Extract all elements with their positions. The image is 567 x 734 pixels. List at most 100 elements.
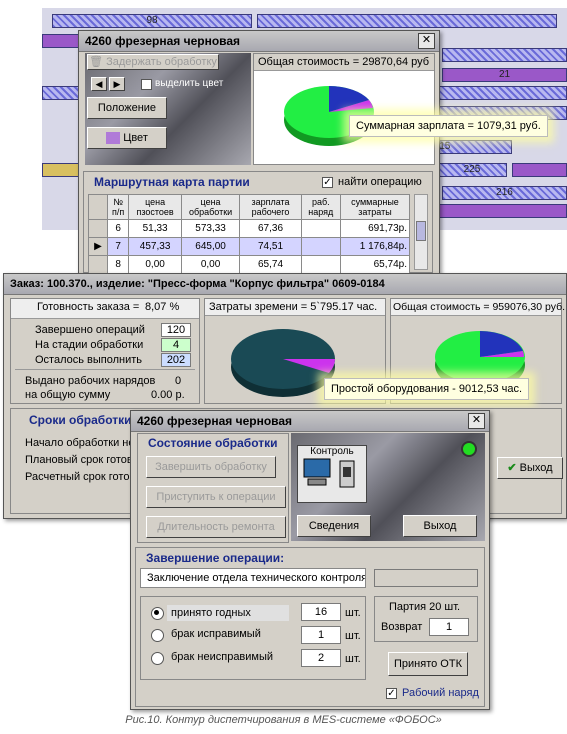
unfixable-input[interactable]: 2	[301, 649, 341, 667]
close-button[interactable]: ✕	[418, 33, 435, 49]
gantt-bar[interactable]	[442, 48, 567, 62]
exit-label: Выход	[519, 462, 553, 474]
unit-label: шт.	[345, 653, 361, 665]
column-header[interactable]: зарплата рабочего	[239, 194, 302, 220]
row-indicator-header	[88, 194, 108, 220]
accepted-radio[interactable]	[151, 607, 164, 623]
control-exit-button[interactable]: Выход	[403, 515, 477, 537]
in-process-label: На стадии обработки	[35, 339, 144, 351]
finish-button[interactable]: Завершить обработку	[146, 456, 276, 478]
deadlines-title: Сроки обработки	[29, 413, 132, 427]
divider	[15, 369, 195, 370]
cost-panel: Общая стоимость = 29870,64 руб	[253, 53, 435, 165]
work-order-checkbox[interactable]: ✓	[386, 688, 397, 699]
scrollbar-thumb[interactable]	[416, 221, 426, 241]
state-title: Состояние обработки	[148, 436, 278, 450]
arrow-right-icon: ▶	[113, 79, 121, 89]
completed-label: Завершено операций	[35, 324, 145, 336]
gantt-label: 98	[146, 15, 158, 26]
column-header[interactable]: раб. наряд	[300, 194, 341, 220]
work-order-label: Рабочий наряд	[402, 687, 479, 699]
position-button[interactable]: Положение	[87, 97, 167, 119]
remaining-label: Осталось выполнить	[35, 354, 143, 366]
trash-icon: 🗑	[89, 56, 104, 68]
table-cell: 691,73р.	[339, 219, 411, 238]
gantt-bar[interactable]	[512, 163, 567, 177]
batch-label: Партия 20 шт.	[389, 601, 461, 613]
qc-radio-group: принято годных 16 шт. брак исправимый 1 …	[140, 596, 366, 680]
total-sum-value: 0.00 р.	[151, 389, 185, 401]
gantt-bar[interactable]: 21	[442, 68, 567, 82]
empty-field	[374, 569, 478, 587]
gantt-label: 21	[498, 69, 511, 80]
unit-label: шт.	[345, 607, 361, 619]
gantt-label: 225	[463, 164, 481, 175]
fixable-input[interactable]: 1	[301, 626, 341, 644]
qc-accepted-button[interactable]: Принято ОТК	[388, 652, 468, 676]
close-button[interactable]: ✕	[468, 413, 485, 429]
time-costs-label: Затраты зремени = 5`795.17 час.	[205, 299, 385, 316]
table-row[interactable]: 6 51,33 573,33 67,36 691,73р.	[88, 219, 411, 238]
color-button[interactable]: Цвет	[87, 127, 167, 149]
start-operation-button[interactable]: Приступить к операции	[146, 486, 286, 508]
table-scrollbar[interactable]	[414, 194, 428, 270]
fixable-radio[interactable]	[151, 629, 164, 645]
row-indicator	[88, 219, 108, 238]
return-label: Возврат	[381, 621, 423, 633]
current-row-icon: ▶	[94, 241, 102, 252]
salary-tooltip: Суммарная зарплата = 1079,31 руб.	[349, 115, 548, 137]
column-header[interactable]: цена пзостоев	[128, 194, 182, 220]
next-button[interactable]: ▶	[109, 77, 125, 91]
gantt-bar[interactable]: 225	[437, 163, 507, 177]
column-header[interactable]: цена обработки	[180, 194, 241, 220]
order-total-cost-label: Общая стоимость = 959076,30 руб.	[391, 299, 565, 316]
hold-button[interactable]: 🗑 Задержать обработку	[87, 54, 219, 70]
route-table: № п/п цена пзостоев цена обработки зарпл…	[88, 194, 411, 274]
find-operation-checkbox[interactable]: ✓	[322, 177, 333, 188]
table-row[interactable]: 8 0,00 0,00 65,74 65,74р.	[88, 255, 411, 274]
completion-panel: Завершение операции: Заключение отдела т…	[135, 547, 485, 707]
column-header[interactable]: № п/п	[106, 194, 130, 220]
readiness-value: 8,07 %	[145, 301, 180, 313]
figure-caption: Рис.10. Контур диспетчирования в MES-сис…	[125, 714, 442, 726]
work-orders-label: Выдано рабочих нарядов	[25, 375, 156, 387]
order-stats-panel: Готовность заказа = 8,07 % Завершено опе…	[10, 298, 200, 404]
return-input[interactable]: 1	[429, 618, 469, 636]
prev-button[interactable]: ◀	[91, 77, 107, 91]
gantt-bar[interactable]: 216	[442, 186, 567, 200]
table-cell: 645,00	[180, 237, 241, 256]
color-label: Цвет	[123, 132, 148, 144]
control-box[interactable]: Контроль	[297, 445, 367, 503]
info-button[interactable]: Сведения	[297, 515, 371, 537]
checkmark-icon: ✔	[507, 462, 517, 474]
highlight-color-checkbox[interactable]	[141, 79, 152, 90]
order-exit-button[interactable]: ✔ Выход	[497, 457, 563, 479]
repair-duration-button[interactable]: Длительность ремонта	[146, 516, 286, 538]
gantt-bar[interactable]	[42, 163, 82, 177]
readiness-row: Готовность заказа = 8,07 %	[11, 299, 199, 319]
table-cell: 457,33	[128, 237, 182, 256]
table-cell: 67,36	[239, 219, 302, 238]
batch-panel: Партия 20 шт. Возврат 1	[374, 596, 478, 642]
estimated-date-label: Расчетный срок готов	[25, 471, 136, 483]
total-sum-label: на общую сумму	[25, 389, 111, 401]
accepted-input[interactable]: 16	[301, 603, 341, 621]
row-indicator	[88, 255, 108, 274]
arrow-left-icon: ◀	[95, 79, 103, 89]
in-process-value: 4	[161, 338, 191, 352]
unfixable-radio[interactable]	[151, 652, 164, 668]
window-title: 4260 фрезерная черновая	[79, 31, 439, 52]
start-date-label: Начало обработки не	[25, 437, 135, 449]
route-card-panel: Маршрутная карта партии ✓ найти операцию…	[83, 171, 433, 274]
gantt-bar[interactable]: 98	[52, 14, 252, 28]
route-card-title: Маршрутная карта партии	[94, 175, 250, 189]
gantt-bar[interactable]	[257, 14, 557, 28]
table-cell: 573,33	[180, 219, 241, 238]
table-row[interactable]: ▶ 7 457,33 645,00 74,51 1 176,84р.	[88, 237, 411, 256]
planned-date-label: Плановый срок готов	[25, 454, 133, 466]
column-header[interactable]: суммарные затраты	[339, 194, 411, 220]
fixable-label: брак исправимый	[171, 628, 261, 640]
qc-tab[interactable]: Заключение отдела технического контроля	[140, 568, 366, 588]
table-cell: 7	[106, 237, 130, 256]
highlight-color-label: выделить цвет	[155, 78, 224, 89]
